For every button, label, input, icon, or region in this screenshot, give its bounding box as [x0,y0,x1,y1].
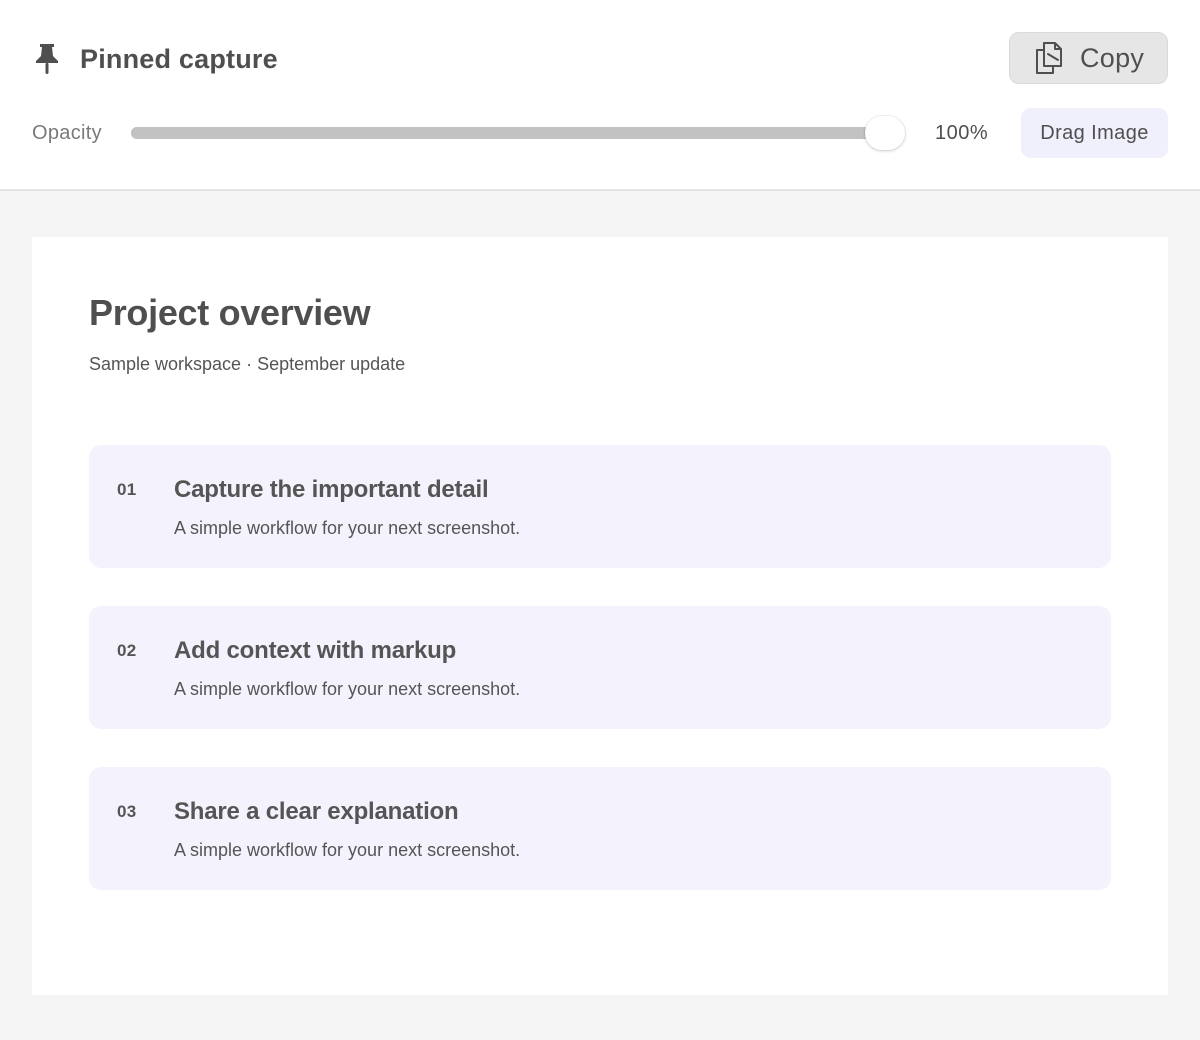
captured-image[interactable]: Project overview Sample workspace · Sept… [32,237,1168,995]
step-title: Share a clear explanation [174,798,459,825]
page-title: Project overview [89,292,371,333]
pinned-capture-window: Pinned capture Copy Opacity 100% Drag Im… [0,0,1200,1040]
step-card: 01 Capture the important detail A simple… [89,445,1111,568]
opacity-slider-track[interactable] [131,127,901,139]
step-number: 01 [117,480,137,499]
step-number: 03 [117,802,137,821]
step-description: A simple workflow for your next screensh… [174,518,521,538]
window-title: Pinned capture [80,44,278,74]
page-subtitle: Sample workspace · September update [89,354,406,374]
opacity-slider-thumb[interactable] [865,116,905,150]
copy-button-label: Copy [1080,42,1145,73]
drag-image-button[interactable]: Drag Image [1021,108,1168,158]
copy-icon [1036,42,1062,74]
step-title: Add context with markup [174,637,457,664]
step-number: 02 [117,641,137,660]
pin-icon [36,44,58,74]
opacity-label: Opacity [32,122,102,144]
step-card: 03 Share a clear explanation A simple wo… [89,767,1111,890]
step-description: A simple workflow for your next screensh… [174,679,521,699]
toolbar: Pinned capture Copy Opacity 100% Drag Im… [0,0,1200,191]
opacity-slider-fill [131,127,901,139]
step-card: 02 Add context with markup A simple work… [89,606,1111,729]
opacity-value: 100% [935,122,989,144]
step-description: A simple workflow for your next screensh… [174,840,521,860]
copy-button[interactable]: Copy [1009,32,1168,84]
step-title: Capture the important detail [174,476,489,503]
